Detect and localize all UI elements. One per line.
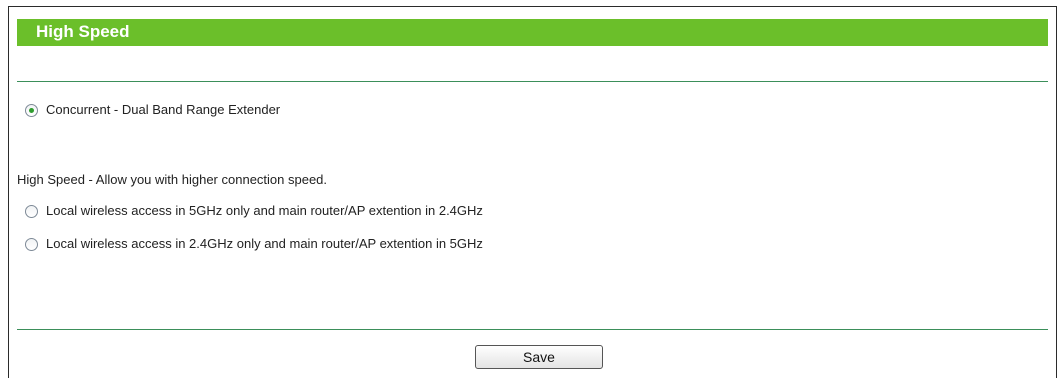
- option-concurrent[interactable]: Concurrent - Dual Band Range Extender: [25, 101, 280, 119]
- option-concurrent-label: Concurrent - Dual Band Range Extender: [46, 102, 281, 117]
- option-local-5ghz[interactable]: Local wireless access in 5GHz only and m…: [25, 202, 483, 220]
- option-local-24ghz[interactable]: Local wireless access in 2.4GHz only and…: [25, 235, 483, 253]
- save-button[interactable]: Save: [475, 345, 603, 369]
- bottom-divider: [17, 329, 1048, 330]
- high-speed-description: High Speed - Allow you with higher conne…: [17, 172, 328, 187]
- top-divider: [17, 81, 1048, 82]
- settings-panel: [8, 6, 1057, 378]
- section-header: High Speed: [17, 19, 1048, 46]
- radio-concurrent[interactable]: [25, 103, 38, 117]
- section-title: High Speed: [36, 22, 130, 41]
- radio-local-24ghz[interactable]: [25, 237, 38, 251]
- option-local-24ghz-label: Local wireless access in 2.4GHz only and…: [46, 236, 483, 251]
- option-local-5ghz-label: Local wireless access in 5GHz only and m…: [46, 203, 483, 218]
- radio-local-5ghz[interactable]: [25, 204, 38, 218]
